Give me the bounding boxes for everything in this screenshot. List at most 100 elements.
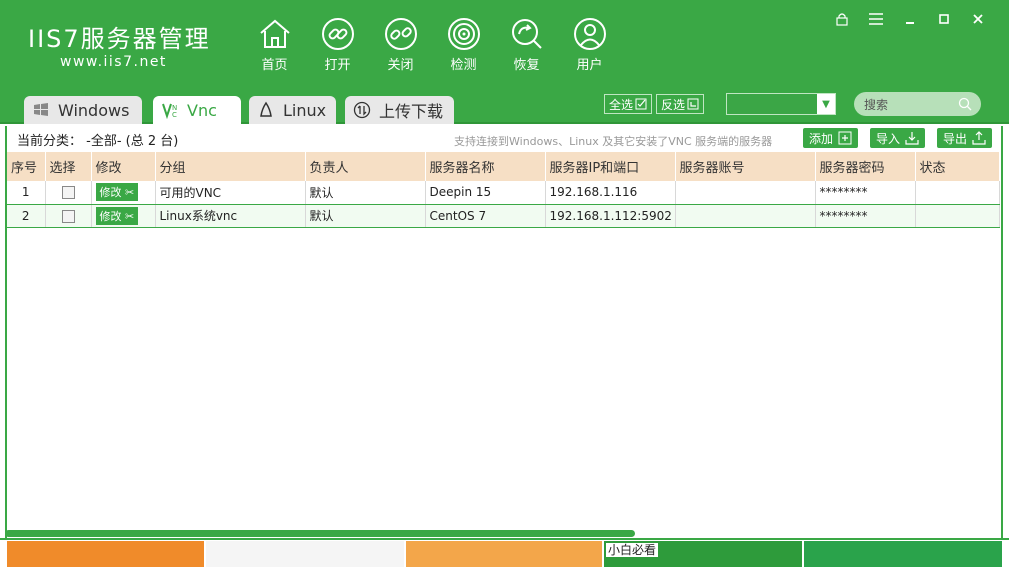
col-index[interactable]: 序号 xyxy=(7,152,46,181)
export-icon xyxy=(972,131,986,145)
cell-index: 1 xyxy=(7,181,46,205)
col-select[interactable]: 选择 xyxy=(45,152,92,181)
checkbox-invert-icon xyxy=(687,98,699,110)
nav-detect-button[interactable]: 检测 xyxy=(432,16,495,73)
cell-status xyxy=(915,204,1000,228)
nav-restore-label: 恢复 xyxy=(513,58,540,73)
home-icon xyxy=(259,19,290,48)
nav-open-label: 打开 xyxy=(324,58,351,73)
tab-linux-label: Linux xyxy=(283,100,327,120)
invert-select-label: 反选 xyxy=(661,97,686,112)
horizontal-scrollbar[interactable] xyxy=(5,530,635,537)
nav-user-label: 用户 xyxy=(576,58,603,73)
minimize-icon xyxy=(906,22,914,24)
maximize-icon xyxy=(939,14,949,24)
table-header: 序号 选择 修改 分组 负责人 服务器名称 服务器IP和端口 服务器账号 服务器… xyxy=(7,152,1000,181)
logo-url: www.iis7.net xyxy=(60,54,167,70)
col-server-name[interactable]: 服务器名称 xyxy=(425,152,546,181)
add-button[interactable]: 添加 xyxy=(803,128,859,148)
cell-server-ip: 192.168.1.112:5902 xyxy=(545,204,676,228)
filter-dropdown[interactable]: ▼ xyxy=(726,93,836,115)
ad-banner-4-label: 小白必看 xyxy=(606,543,659,557)
col-server-account[interactable]: 服务器账号 xyxy=(675,152,816,181)
nav-close-button[interactable]: 关闭 xyxy=(369,16,432,73)
server-table: 序号 选择 修改 分组 负责人 服务器名称 服务器IP和端口 服务器账号 服务器… xyxy=(5,152,1003,538)
category-label: 当前分类： -全部- (总 2 台) xyxy=(17,134,179,149)
menu-button[interactable] xyxy=(859,8,893,30)
cell-server-password: ******** xyxy=(815,204,916,228)
nav-home-label: 首页 xyxy=(261,58,288,73)
col-server-password[interactable]: 服务器密码 xyxy=(815,152,916,181)
close-icon xyxy=(973,14,983,24)
tab-linux[interactable]: Linux xyxy=(249,96,336,124)
cell-edit: 修改 ✂ xyxy=(91,181,156,205)
ad-banner-5[interactable] xyxy=(804,541,1002,567)
minimize-button[interactable] xyxy=(893,8,927,30)
title-bar: IIS7服务器管理 www.iis7.net 首页 打开 关闭 检测 恢复 用户 xyxy=(0,0,1009,86)
menu-icon xyxy=(869,13,883,25)
nav-home-button[interactable]: 首页 xyxy=(243,16,306,73)
cell-group: 可用的VNC xyxy=(155,181,306,205)
import-label: 导入 xyxy=(876,131,901,146)
select-all-button[interactable]: 全选 xyxy=(604,94,653,114)
nav-detect-label: 检测 xyxy=(450,58,477,73)
export-button[interactable]: 导出 xyxy=(937,128,993,148)
table-row[interactable]: 1 修改 ✂ 可用的VNC 默认 Deepin 15 192.168.1.116… xyxy=(7,181,1000,205)
checkbox-checked-icon xyxy=(635,98,647,110)
tab-windows[interactable]: Windows xyxy=(24,96,142,124)
ad-banner-4[interactable]: 小白必看 xyxy=(604,541,802,567)
ad-banner-1[interactable] xyxy=(7,541,204,567)
add-label: 添加 xyxy=(809,131,834,146)
scissors-icon: ✂ xyxy=(125,186,135,200)
edit-button[interactable]: 修改 ✂ xyxy=(95,183,139,202)
row-checkbox[interactable] xyxy=(61,209,75,223)
col-owner[interactable]: 负责人 xyxy=(305,152,426,181)
edit-button[interactable]: 修改 ✂ xyxy=(95,206,139,225)
import-button[interactable]: 导入 xyxy=(870,128,926,148)
invert-select-button[interactable]: 反选 xyxy=(656,94,705,114)
cell-server-account xyxy=(675,204,816,228)
chevron-down-icon[interactable]: ▼ xyxy=(817,94,835,114)
cell-server-account xyxy=(675,181,816,205)
nav-user-button[interactable]: 用户 xyxy=(558,16,621,73)
cell-status xyxy=(915,181,1000,205)
tab-vnc-label: Vnc xyxy=(187,100,217,120)
edit-label: 修改 xyxy=(99,186,122,200)
cell-owner: 默认 xyxy=(305,204,426,228)
vnc-icon: N C xyxy=(162,103,177,119)
ad-banner-2[interactable] xyxy=(206,541,404,567)
table-row[interactable]: 2 修改 ✂ Linux系统vnc 默认 CentOS 7 192.168.1.… xyxy=(7,204,1000,228)
col-status[interactable]: 状态 xyxy=(915,152,1000,181)
tab-transfer[interactable]: 上传下载 xyxy=(345,96,454,124)
import-icon xyxy=(905,132,919,145)
category-bar: 当前分类： -全部- (总 2 台) 支持连接到Windows、Linux 及其… xyxy=(5,126,1003,152)
cell-edit: 修改 ✂ xyxy=(91,204,156,228)
cell-server-name: Deepin 15 xyxy=(425,181,546,205)
main-toolbar: 首页 打开 关闭 检测 恢复 用户 xyxy=(243,16,621,73)
ad-banner-strip: 小白必看 xyxy=(5,541,1003,567)
tab-windows-label: Windows xyxy=(58,100,130,120)
tab-vnc[interactable]: N C Vnc xyxy=(153,96,241,124)
row-checkbox[interactable] xyxy=(61,186,75,200)
search-placeholder: 搜索 xyxy=(864,97,889,112)
support-hint: 支持连接到Windows、Linux 及其它安装了VNC 服务端的服务器 xyxy=(454,135,773,148)
search-icon[interactable] xyxy=(958,97,972,111)
restore-icon xyxy=(511,19,542,49)
col-edit[interactable]: 修改 xyxy=(91,152,156,181)
cell-select xyxy=(45,204,92,228)
unlink-icon xyxy=(384,18,417,50)
col-group[interactable]: 分组 xyxy=(155,152,306,181)
add-icon xyxy=(838,131,852,145)
cell-server-password: ******** xyxy=(815,181,916,205)
col-server-ip[interactable]: 服务器IP和端口 xyxy=(545,152,676,181)
close-button[interactable] xyxy=(961,8,995,30)
radar-icon xyxy=(447,18,480,50)
nav-open-button[interactable]: 打开 xyxy=(306,16,369,73)
maximize-button[interactable] xyxy=(927,8,961,30)
search-input[interactable]: 搜索 xyxy=(854,92,981,116)
cell-server-ip: 192.168.1.116 xyxy=(545,181,676,205)
nav-restore-button[interactable]: 恢复 xyxy=(495,16,558,73)
lock-button[interactable] xyxy=(825,8,859,30)
export-label: 导出 xyxy=(943,131,968,146)
ad-banner-3[interactable] xyxy=(406,541,602,567)
